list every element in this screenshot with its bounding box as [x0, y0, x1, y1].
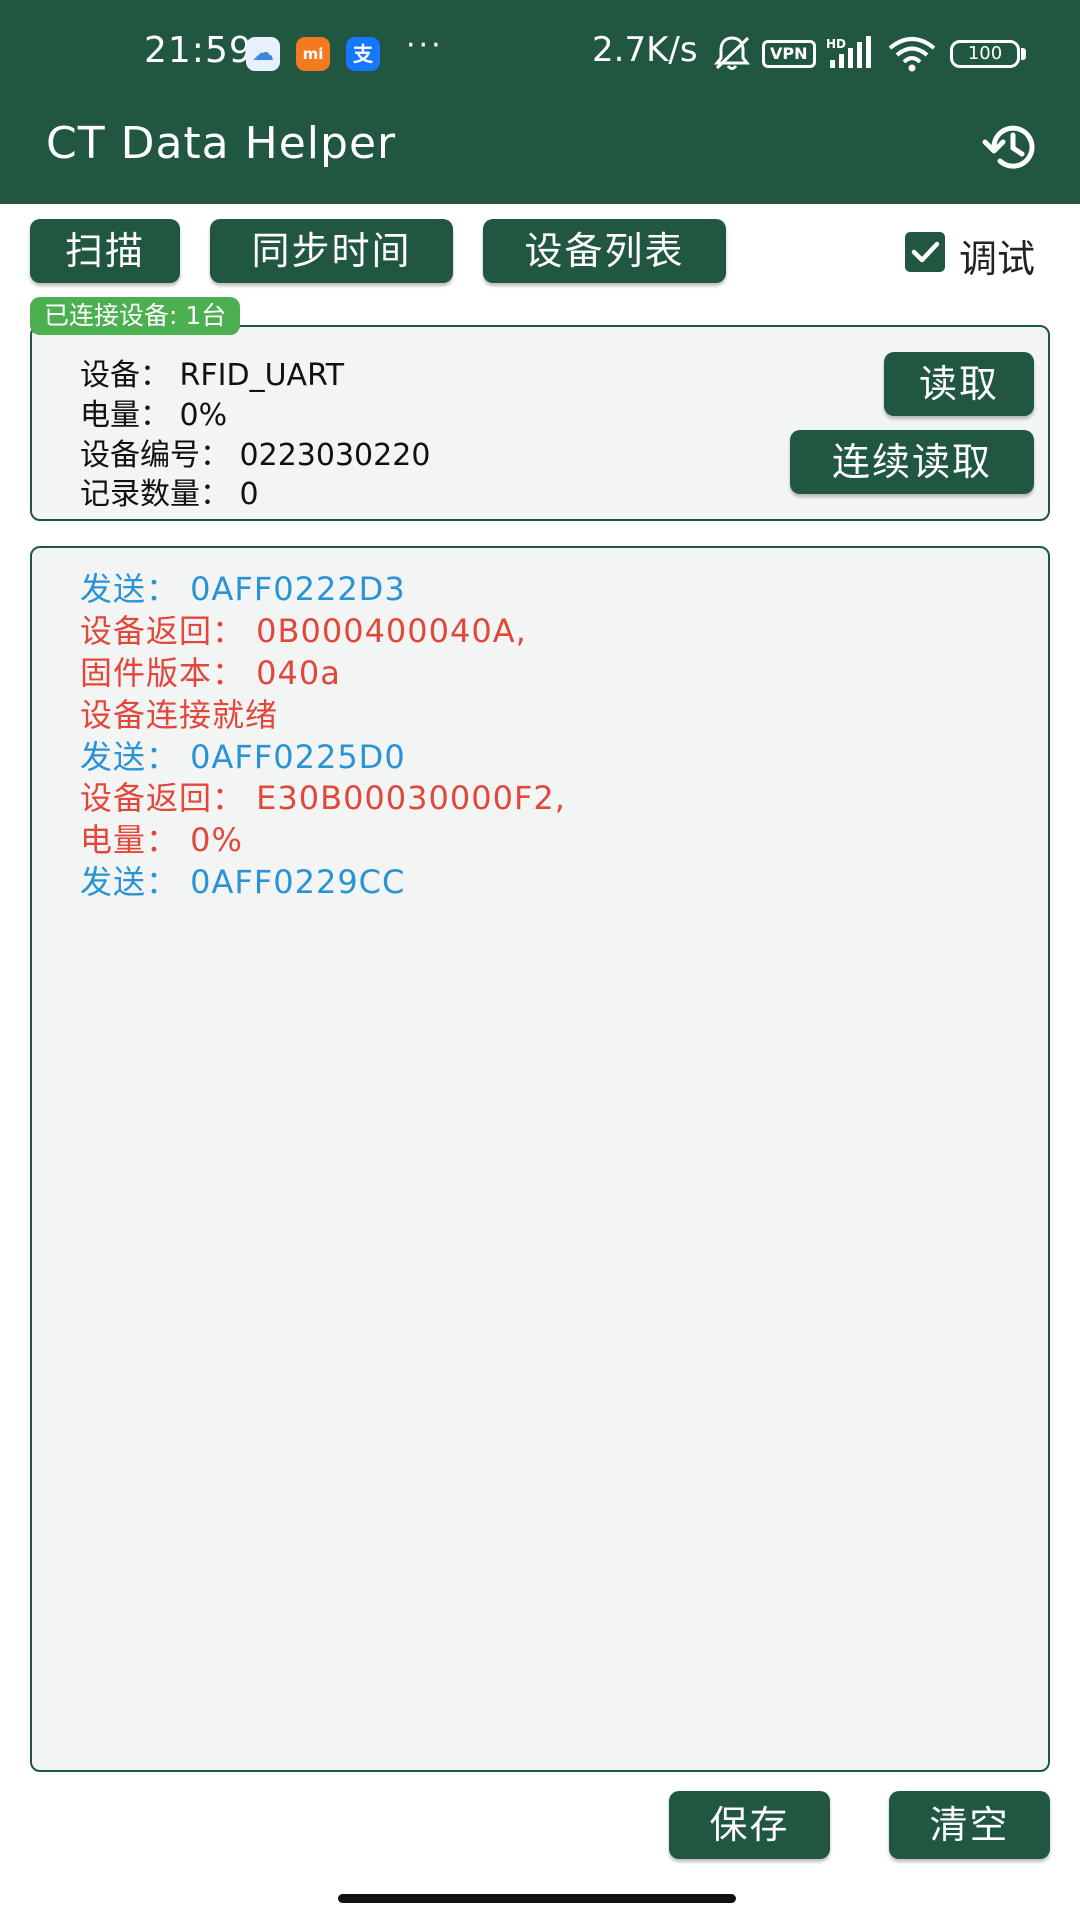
svg-text:HD: HD	[826, 37, 846, 51]
device-battery: 电量： 0%	[80, 398, 228, 433]
net-speed: 2.7K/s	[592, 30, 698, 70]
continuous-read-button[interactable]: 连续读取	[790, 430, 1034, 494]
log-line: 发送： 0AFF0222D3	[80, 570, 406, 608]
record-count: 记录数量： 0	[80, 477, 259, 512]
mi-icon: mi	[296, 37, 330, 71]
log-line: 设备返回： E30B00030000F2,	[80, 779, 566, 817]
signal-icon: HD	[826, 36, 871, 68]
alipay-icon: 支	[346, 37, 380, 71]
wifi-icon	[888, 37, 936, 72]
log-line: 发送： 0AFF0229CC	[80, 863, 406, 901]
history-icon[interactable]	[980, 116, 1042, 178]
connected-devices-badge: 已连接设备: 1台	[30, 297, 241, 335]
bell-off-icon	[713, 36, 751, 70]
device-name: 设备： RFID_UART	[80, 358, 345, 393]
log-line: 固件版本： 040a	[80, 654, 341, 692]
log-line: 电量： 0%	[80, 821, 243, 859]
app-bar: 21:59 ☁ mi 支 ··· 2.7K/s VPN HD 100 CT Da…	[0, 0, 1080, 204]
more-notifications-icon: ···	[406, 28, 444, 63]
battery-tip	[1021, 48, 1026, 60]
debug-label: 调试	[959, 237, 1036, 281]
vpn-icon: VPN	[762, 40, 816, 68]
log-line: 设备连接就绪	[80, 696, 279, 734]
device-id: 设备编号： 0223030220	[80, 438, 431, 473]
home-indicator[interactable]	[338, 1894, 736, 1903]
app-title: CT Data Helper	[46, 118, 397, 169]
clear-button[interactable]: 清空	[889, 1791, 1050, 1859]
debug-checkbox[interactable]	[905, 232, 945, 272]
check-icon	[911, 241, 940, 263]
debug-log-panel[interactable]: 发送： 0AFF0222D3 设备返回： 0B000400040A, 固件版本：…	[30, 546, 1050, 1772]
scan-button[interactable]: 扫描	[30, 219, 180, 283]
log-line: 设备返回： 0B000400040A,	[80, 612, 527, 650]
save-button[interactable]: 保存	[669, 1791, 830, 1859]
read-button[interactable]: 读取	[884, 352, 1034, 416]
status-bar: 21:59 ☁ mi 支 ··· 2.7K/s VPN HD 100	[0, 0, 1080, 100]
status-time: 21:59	[144, 30, 253, 71]
device-list-button[interactable]: 设备列表	[483, 219, 726, 283]
sync-time-button[interactable]: 同步时间	[210, 219, 453, 283]
log-line: 发送： 0AFF0225D0	[80, 738, 406, 776]
cloud-icon: ☁	[246, 37, 280, 71]
battery-icon: 100	[950, 40, 1020, 68]
